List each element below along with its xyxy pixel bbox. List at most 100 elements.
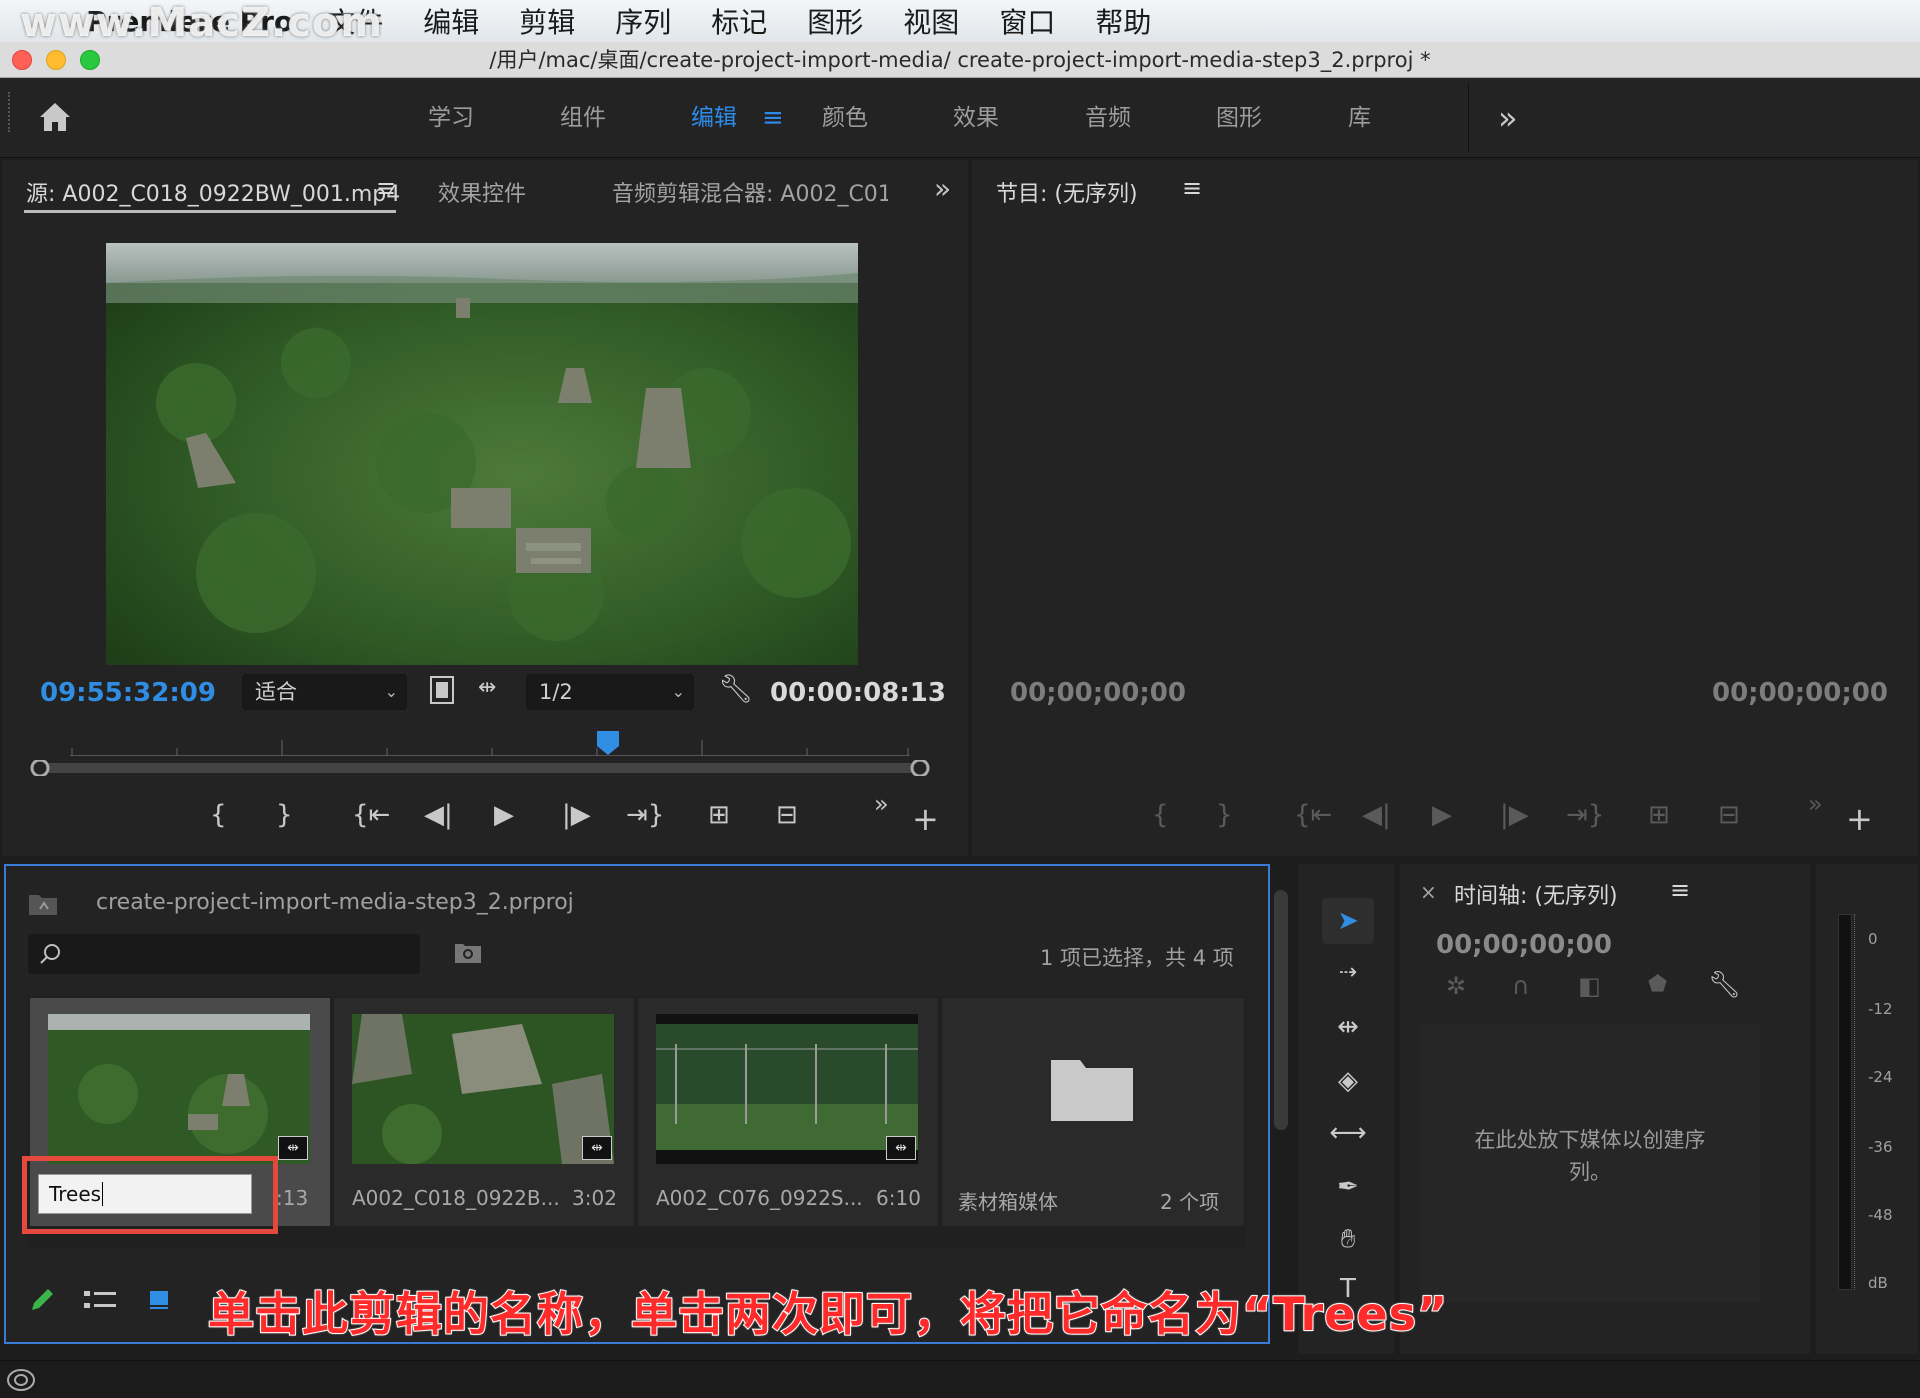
razor-tool-icon[interactable]: ◈ [1322, 1058, 1374, 1104]
workspace-menu-icon[interactable]: ≡ [762, 78, 784, 158]
drag-audio-icon[interactable]: ⇹ [478, 675, 496, 700]
program-play-icon[interactable]: ▶︎ [1432, 800, 1452, 830]
creative-cloud-icon[interactable] [6, 1366, 36, 1392]
wrench-icon[interactable]: 🔧︎ [718, 672, 754, 705]
linked-selection-icon[interactable]: ◧ [1578, 972, 1601, 1000]
clip-thumbnail[interactable] [352, 1014, 614, 1164]
fit-dropdown[interactable]: 适合 ⌄ [242, 674, 407, 710]
timeline-timecode[interactable]: 00;00;00;00 [1436, 930, 1612, 960]
source-time-ruler[interactable] [70, 740, 910, 756]
program-go-to-in-icon[interactable]: {⇤ [1294, 800, 1332, 830]
active-tab-underline [24, 210, 396, 213]
hand-tool-icon[interactable]: ✋︎ [1322, 1216, 1374, 1262]
menu-clip[interactable]: 剪辑 [519, 1, 575, 41]
source-more-tabs-icon[interactable]: » [934, 172, 951, 205]
list-view-icon[interactable] [84, 1288, 116, 1312]
workspace-tab-audio[interactable]: 音频 [1085, 78, 1131, 158]
resolution-dropdown[interactable]: 1/2 ⌄ [526, 674, 694, 710]
source-panel-menu-icon[interactable]: ≡ [376, 174, 396, 202]
filmstrip-icon[interactable] [430, 676, 454, 704]
program-title[interactable]: 节目: (无序列) [996, 176, 1138, 208]
source-playhead[interactable] [596, 730, 620, 756]
audio-video-badge-icon: ⇹ [886, 1136, 916, 1160]
program-mark-out-icon[interactable]: } [1216, 800, 1233, 830]
more-buttons-icon[interactable]: » [874, 790, 889, 818]
step-back-icon[interactable]: ◀︎| [424, 800, 453, 830]
search-icon [40, 944, 60, 964]
minimize-window-button[interactable] [46, 50, 66, 70]
go-to-in-icon[interactable]: {⇤ [352, 800, 390, 830]
button-editor-plus-icon[interactable]: + [912, 800, 939, 838]
workspace-tab-effects[interactable]: 效果 [953, 78, 999, 158]
program-panel-menu-icon[interactable]: ≡ [1182, 174, 1202, 202]
nest-sequences-icon[interactable]: ✲ [1446, 972, 1466, 1000]
workspace-more-icon[interactable]: » [1498, 78, 1518, 158]
pencil-icon[interactable] [28, 1286, 56, 1314]
close-timeline-icon[interactable]: × [1420, 880, 1437, 904]
folder-up-icon[interactable] [28, 890, 58, 916]
program-more-buttons-icon[interactable]: » [1808, 790, 1823, 818]
slip-tool-icon[interactable]: ⟷ [1322, 1110, 1374, 1156]
pen-tool-icon[interactable]: ✒︎ [1322, 1164, 1374, 1210]
snap-icon[interactable]: ∩ [1512, 972, 1530, 1000]
source-video-frame[interactable] [106, 243, 858, 665]
program-current-timecode[interactable]: 00;00;00;00 [1010, 678, 1186, 708]
menu-window[interactable]: 窗口 [999, 1, 1055, 41]
menu-graphics[interactable]: 图形 [807, 1, 863, 41]
clip-thumbnail[interactable] [656, 1014, 918, 1164]
play-icon[interactable]: ▶︎ [494, 800, 514, 830]
clip-name[interactable]: A002_C018_0922B... [352, 1186, 560, 1210]
menu-edit[interactable]: 编辑 [423, 1, 479, 41]
project-scrollbar[interactable] [1274, 890, 1288, 1130]
watermark: www.MacZ.com [20, 0, 384, 46]
home-icon[interactable] [36, 98, 74, 136]
menu-markers[interactable]: 标记 [711, 1, 767, 41]
go-to-out-icon[interactable]: ⇥} [626, 800, 664, 830]
program-step-forward-icon[interactable]: |▶︎ [1500, 800, 1529, 830]
program-mark-in-icon[interactable]: { [1152, 800, 1169, 830]
project-name: create-project-import-media-step3_2.prpr… [96, 890, 574, 915]
timeline-panel-menu-icon[interactable]: ≡ [1670, 876, 1690, 904]
timeline-title[interactable]: 时间轴: (无序列) [1454, 878, 1618, 910]
project-search-input[interactable] [28, 934, 420, 974]
workspace-tab-editing[interactable]: 编辑 [691, 78, 737, 158]
folder-icon[interactable] [1050, 1056, 1134, 1122]
program-go-to-out-icon[interactable]: ⇥} [1566, 800, 1604, 830]
find-icon[interactable] [454, 940, 482, 964]
mark-in-icon[interactable]: { [210, 800, 227, 830]
overwrite-icon[interactable]: ⊟ [776, 800, 798, 830]
insert-icon[interactable]: ⊞ [708, 800, 730, 830]
menu-view[interactable]: 视图 [903, 1, 959, 41]
menu-help[interactable]: 帮助 [1095, 1, 1151, 41]
add-marker-icon[interactable]: ⬟ [1648, 972, 1667, 997]
clip-name-input[interactable]: Trees [38, 1174, 252, 1214]
program-step-back-icon[interactable]: ◀︎| [1362, 800, 1391, 830]
track-select-tool-icon[interactable]: ⇢ [1322, 950, 1374, 996]
zoom-window-button[interactable] [80, 50, 100, 70]
source-zoom-scrollbar[interactable] [30, 758, 930, 778]
icon-view-icon[interactable] [148, 1288, 170, 1310]
extract-icon[interactable]: ⊟ [1718, 800, 1740, 830]
clip-thumbnail[interactable] [48, 1014, 310, 1164]
workspace-tab-color[interactable]: 颜色 [822, 78, 868, 158]
program-button-editor-plus-icon[interactable]: + [1846, 800, 1873, 838]
timeline-settings-wrench-icon[interactable]: 🔧︎ [1708, 970, 1741, 1000]
workspace-tab-assembly[interactable]: 组件 [560, 78, 606, 158]
tab-effect-controls[interactable]: 效果控件 [438, 176, 526, 208]
menu-sequence[interactable]: 序列 [615, 1, 671, 41]
tab-source[interactable]: 源: A002_C018_0922BW_001.mp4 [26, 176, 400, 208]
workspace-tab-graphics[interactable]: 图形 [1216, 78, 1262, 158]
workspace-tab-libraries[interactable]: 库 [1348, 78, 1371, 158]
mark-out-icon[interactable]: } [276, 800, 293, 830]
close-window-button[interactable] [12, 50, 32, 70]
workspace-tab-learn[interactable]: 学习 [428, 78, 474, 158]
tab-audio-clip-mixer[interactable]: 音频剪辑混合器: A002_C01 [612, 176, 888, 208]
lift-icon[interactable]: ⊞ [1648, 800, 1670, 830]
source-current-timecode[interactable]: 09:55:32:09 [40, 678, 216, 708]
bin-name[interactable]: 素材箱媒体 [958, 1186, 1058, 1215]
selection-tool-icon[interactable]: ➤ [1322, 898, 1374, 944]
step-forward-icon[interactable]: |▶︎ [562, 800, 591, 830]
ripple-edit-tool-icon[interactable]: ⇹ [1322, 1004, 1374, 1050]
clip-name[interactable]: A002_C076_0922S... [656, 1186, 863, 1210]
grip-handle[interactable] [8, 92, 12, 132]
